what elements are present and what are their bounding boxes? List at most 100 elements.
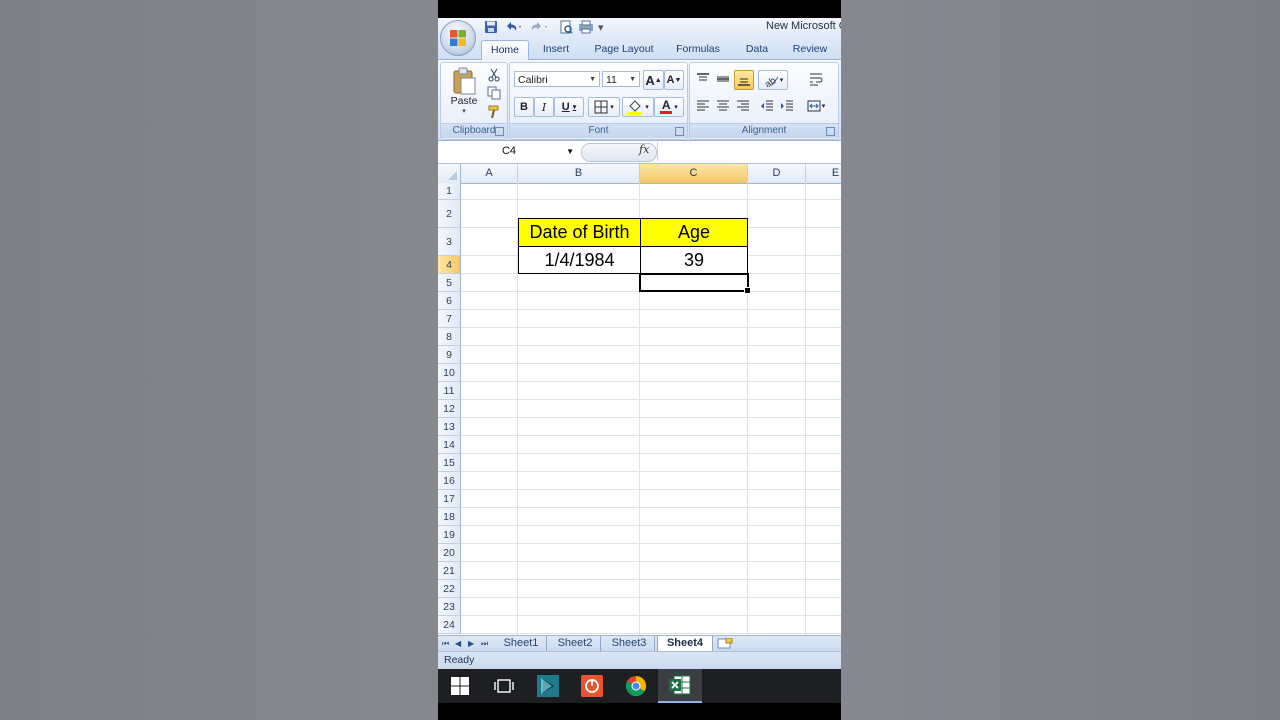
- next-sheet-icon[interactable]: ▶: [468, 637, 474, 651]
- cell-b3[interactable]: 1/4/1984: [518, 246, 641, 274]
- align-top-button[interactable]: [694, 70, 712, 88]
- row-header-24[interactable]: 24: [438, 616, 461, 634]
- row-header-4[interactable]: 4: [438, 256, 461, 274]
- font-size-dropdown-icon: ▼: [629, 76, 636, 83]
- customize-toolbar-icon[interactable]: ▾: [598, 20, 604, 36]
- paste-button[interactable]: Paste ▾: [445, 65, 483, 117]
- cell-c3[interactable]: 39: [640, 246, 748, 274]
- quick-print-icon[interactable]: [578, 20, 594, 36]
- name-box[interactable]: C4 ▼: [440, 143, 578, 160]
- row-header-5[interactable]: 5: [438, 274, 461, 292]
- row-header-23[interactable]: 23: [438, 598, 461, 616]
- align-bottom-button[interactable]: [734, 70, 754, 90]
- print-preview-icon[interactable]: [559, 20, 573, 36]
- row-header-1[interactable]: 1: [438, 183, 461, 200]
- select-all-button[interactable]: [438, 164, 461, 183]
- worksheet-grid[interactable]: A B C D E 1 2 3 4 5 6 7 8 9 10 11 12 13 14 15 16 17 18 19 2…: [438, 164, 841, 635]
- format-painter-button[interactable]: [485, 103, 503, 121]
- insert-function-button[interactable]: fx: [639, 143, 649, 156]
- active-cell-c4[interactable]: [639, 273, 751, 294]
- alignment-group-label: Alignment: [690, 123, 838, 138]
- row-header-6[interactable]: 6: [438, 292, 461, 310]
- clipboard-launcher-icon[interactable]: [495, 127, 504, 136]
- row-header-8[interactable]: 8: [438, 328, 461, 346]
- row-header-13[interactable]: 13: [438, 418, 461, 436]
- media-player-icon[interactable]: [526, 669, 570, 703]
- tab-home[interactable]: Home: [481, 40, 529, 60]
- row-header-14[interactable]: 14: [438, 436, 461, 454]
- fill-color-button[interactable]: ▾: [622, 97, 654, 117]
- column-header-b[interactable]: B: [518, 164, 640, 183]
- first-sheet-icon[interactable]: ⏮: [442, 637, 449, 651]
- align-right-button[interactable]: [734, 97, 752, 115]
- prev-sheet-icon[interactable]: ◀: [455, 637, 461, 651]
- underline-button[interactable]: U ▾: [554, 97, 584, 117]
- chrome-icon[interactable]: [614, 669, 658, 703]
- row-header-17[interactable]: 17: [438, 490, 461, 508]
- sheet-tab-4[interactable]: Sheet4: [657, 636, 713, 652]
- wrap-text-button[interactable]: [804, 70, 828, 88]
- shrink-font-button[interactable]: A ▼: [664, 70, 684, 90]
- office-app-icon[interactable]: [570, 669, 614, 703]
- cell-b2[interactable]: Date of Birth: [518, 218, 641, 247]
- merge-center-button[interactable]: ▾: [804, 97, 828, 115]
- redo-icon[interactable]: [529, 20, 549, 36]
- decrease-indent-button[interactable]: [758, 97, 776, 115]
- alignment-launcher-icon[interactable]: [826, 127, 835, 136]
- insert-sheet-icon[interactable]: [717, 638, 733, 649]
- tab-insert[interactable]: Insert: [534, 40, 578, 59]
- row-header-20[interactable]: 20: [438, 544, 461, 562]
- italic-button[interactable]: I: [534, 97, 554, 117]
- row-header-3[interactable]: 3: [438, 228, 461, 256]
- last-sheet-icon[interactable]: ⏭: [481, 637, 488, 651]
- cell-c2[interactable]: Age: [640, 218, 748, 247]
- clipboard-group: Paste ▾ Clipboard: [440, 62, 508, 140]
- align-middle-button[interactable]: [714, 70, 732, 88]
- save-icon[interactable]: [484, 20, 498, 36]
- merge-cells-icon: [807, 100, 821, 112]
- row-header-7[interactable]: 7: [438, 310, 461, 328]
- tab-page-layout[interactable]: Page Layout: [588, 40, 660, 59]
- column-header-c[interactable]: C: [640, 164, 748, 183]
- copy-button[interactable]: [485, 84, 503, 102]
- windows-start-icon[interactable]: [438, 669, 482, 703]
- borders-button[interactable]: ▾: [588, 97, 620, 117]
- row-header-18[interactable]: 18: [438, 508, 461, 526]
- sheet-tab-2[interactable]: Sheet2: [550, 636, 601, 651]
- row-header-21[interactable]: 21: [438, 562, 461, 580]
- sheet-tab-3[interactable]: Sheet3: [604, 636, 655, 651]
- row-header-22[interactable]: 22: [438, 580, 461, 598]
- column-header-d[interactable]: D: [748, 164, 806, 183]
- cut-button[interactable]: [485, 66, 503, 84]
- row-header-16[interactable]: 16: [438, 472, 461, 490]
- tab-review[interactable]: Review: [786, 40, 834, 59]
- undo-icon[interactable]: [503, 20, 523, 36]
- bold-button[interactable]: B: [514, 97, 534, 117]
- row-header-19[interactable]: 19: [438, 526, 461, 544]
- sheet-tab-1[interactable]: Sheet1: [496, 636, 547, 651]
- row-header-12[interactable]: 12: [438, 400, 461, 418]
- align-center-button[interactable]: [714, 97, 732, 115]
- tab-data[interactable]: Data: [738, 40, 776, 59]
- row-header-2[interactable]: 2: [438, 200, 461, 228]
- tab-formulas[interactable]: Formulas: [670, 40, 726, 59]
- row-header-10[interactable]: 10: [438, 364, 461, 382]
- grow-font-button[interactable]: A ▲: [643, 70, 664, 90]
- office-button[interactable]: [440, 20, 476, 56]
- font-name-combo[interactable]: Calibri ▼: [514, 71, 600, 87]
- column-header-a[interactable]: A: [461, 164, 518, 183]
- row-header-15[interactable]: 15: [438, 454, 461, 472]
- formula-input[interactable]: [657, 142, 841, 161]
- font-size-combo[interactable]: 11 ▼: [602, 71, 640, 87]
- column-header-e[interactable]: E: [806, 164, 841, 183]
- font-launcher-icon[interactable]: [675, 127, 684, 136]
- align-left-button[interactable]: [694, 97, 712, 115]
- font-color-button[interactable]: A ▾: [654, 97, 684, 117]
- orientation-button[interactable]: ab ▾: [758, 70, 788, 90]
- row-header-11[interactable]: 11: [438, 382, 461, 400]
- excel-icon[interactable]: [658, 669, 702, 703]
- row-header-9[interactable]: 9: [438, 346, 461, 364]
- increase-indent-button[interactable]: [778, 97, 796, 115]
- name-box-dropdown-icon[interactable]: ▼: [566, 143, 574, 160]
- task-view-icon[interactable]: [482, 669, 526, 703]
